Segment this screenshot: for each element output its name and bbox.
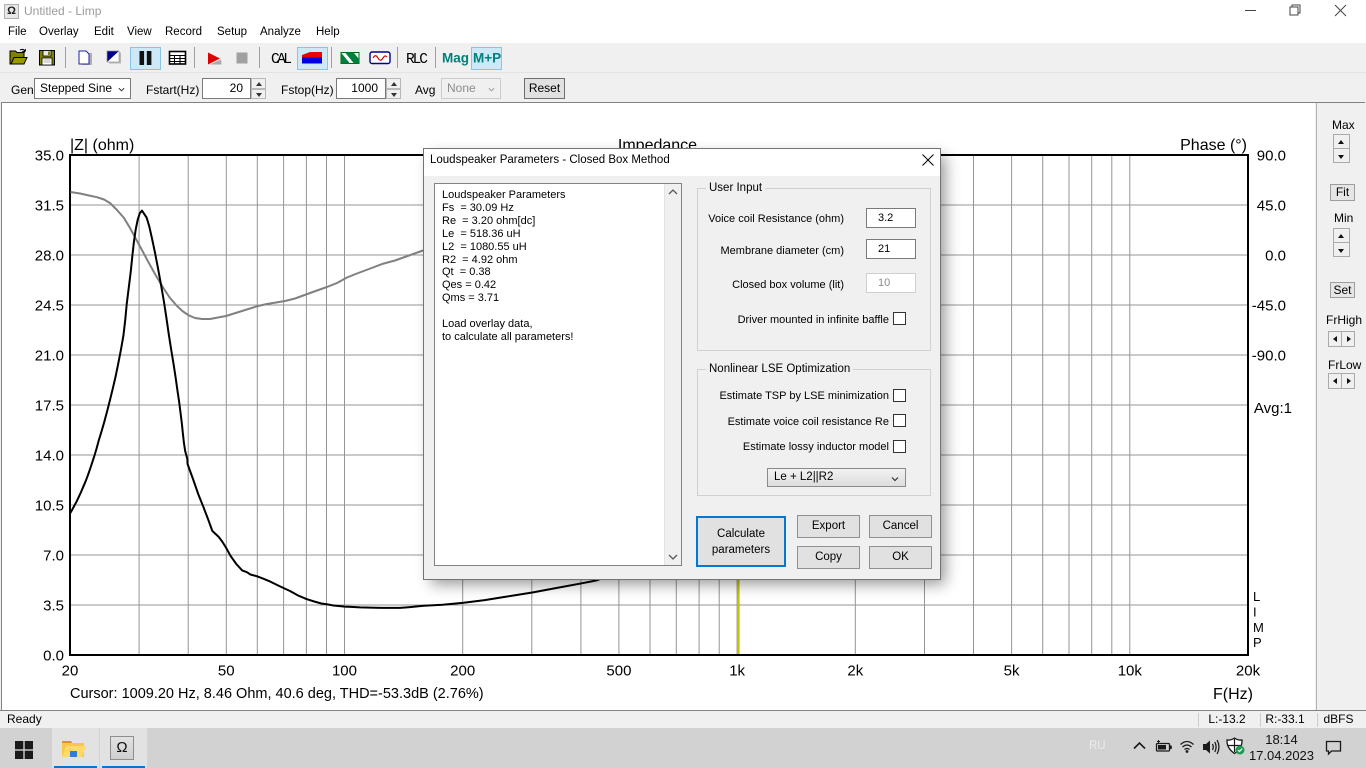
svg-text:CAL: CAL (271, 52, 292, 68)
svg-text:Mag: Mag (442, 51, 469, 66)
svg-text:RLC: RLC (406, 52, 428, 68)
svg-text:M+P: M+P (473, 51, 501, 66)
